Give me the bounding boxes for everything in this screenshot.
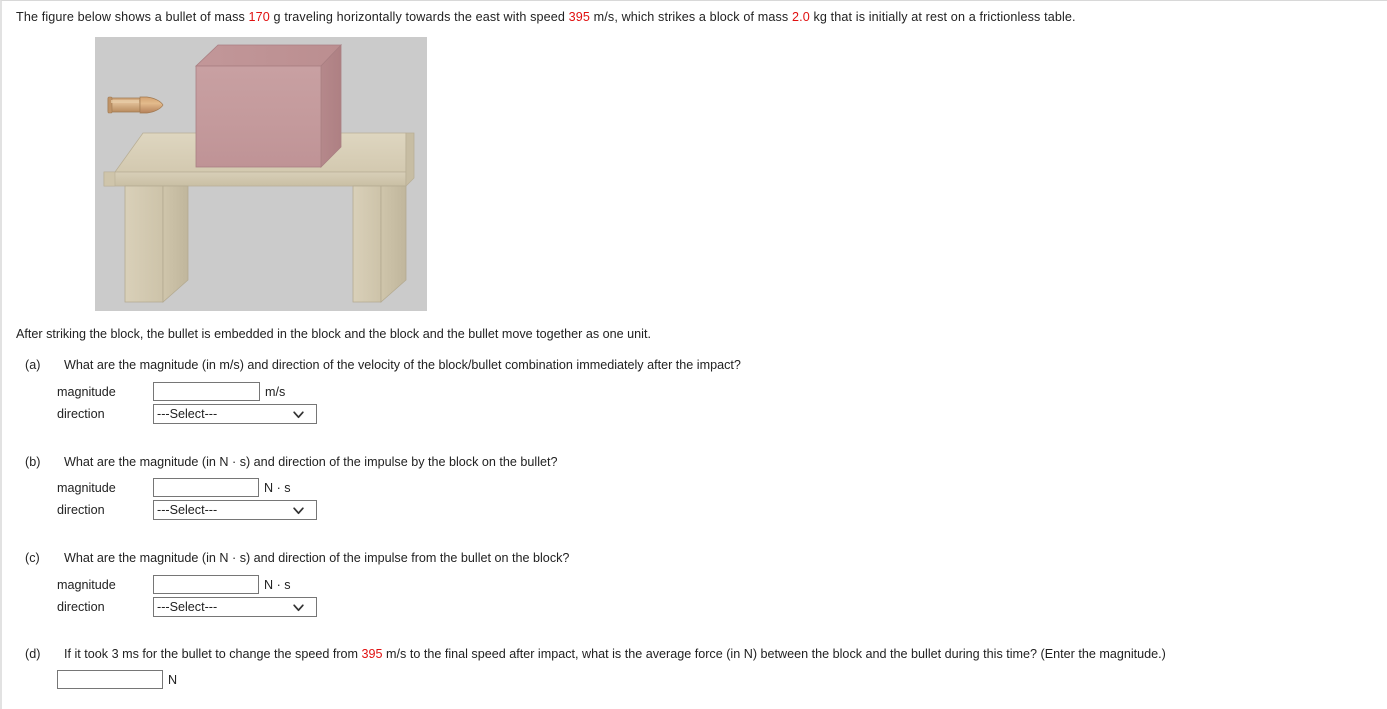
part-c-magnitude-row: magnitude N · s xyxy=(57,575,291,594)
part-d-force-input[interactable] xyxy=(57,670,163,689)
part-a-direction-label: direction xyxy=(57,407,105,421)
part-a-magnitude-unit: m/s xyxy=(265,384,286,399)
part-b-magnitude-input[interactable] xyxy=(153,478,259,497)
part-d-question: If it took 3 ms for the bullet to change… xyxy=(64,646,1166,662)
part-c-magnitude-label: magnitude xyxy=(57,577,116,592)
part-d-answer-row: N xyxy=(57,670,177,689)
part-b-magnitude-row: magnitude N · s xyxy=(57,478,291,497)
chevron-down-icon xyxy=(293,603,304,611)
part-b-direction-row: direction ---Select--- xyxy=(57,500,317,520)
intro-segment-1: The figure below shows a bullet of mass xyxy=(16,10,249,24)
block-front-face xyxy=(195,65,322,168)
part-c-direction-selected-value: ---Select--- xyxy=(157,600,218,614)
physics-figure xyxy=(95,37,427,311)
part-c-magnitude-input[interactable] xyxy=(153,575,259,594)
part-b-direction-selected-value: ---Select--- xyxy=(157,503,218,517)
part-d-unit: N xyxy=(168,672,178,687)
intro-segment-4: kg that is initially at rest on a fricti… xyxy=(809,10,1076,24)
part-b-direction-label: direction xyxy=(57,503,105,517)
part-d-label: (d) xyxy=(25,647,41,661)
block-top-face xyxy=(195,44,342,67)
bullet-mass-value: 170 xyxy=(248,10,270,24)
table-leg-right-front xyxy=(352,185,382,303)
part-a-magnitude-row: magnitude m/s xyxy=(57,382,285,401)
part-a-label: (a) xyxy=(25,358,41,372)
part-d-question-segment-1: If it took 3 ms for the bullet to change… xyxy=(64,647,362,661)
problem-statement: The figure below shows a bullet of mass … xyxy=(16,9,1076,25)
part-b-direction-select[interactable]: ---Select--- xyxy=(153,500,317,520)
part-a-direction-selected-value: ---Select--- xyxy=(157,407,218,421)
intro-segment-2: g traveling horizontally towards the eas… xyxy=(269,10,569,24)
part-d-question-segment-2: m/s to the final speed after impact, wha… xyxy=(382,647,1166,661)
table-left-edge xyxy=(103,171,116,187)
bullet-highlight xyxy=(111,100,139,103)
bullet-rim xyxy=(107,96,113,114)
part-c-direction-label: direction xyxy=(57,600,105,614)
intro-segment-3: m/s, which strikes a block of mass xyxy=(590,10,792,24)
part-a-magnitude-label: magnitude xyxy=(57,384,116,399)
figure-illustration xyxy=(95,37,427,311)
part-c-label: (c) xyxy=(25,551,40,565)
table-front-edge xyxy=(103,171,407,187)
part-a-question: What are the magnitude (in m/s) and dire… xyxy=(64,358,741,372)
part-a-magnitude-input[interactable] xyxy=(153,382,260,401)
question-page: The figure below shows a bullet of mass … xyxy=(0,0,1387,709)
block xyxy=(195,44,342,168)
after-impact-text: After striking the block, the bullet is … xyxy=(16,327,651,341)
block-mass-value: 2.0 xyxy=(791,10,810,24)
part-b-magnitude-label: magnitude xyxy=(57,480,116,495)
part-c-question: What are the magnitude (in N · s) and di… xyxy=(64,551,570,565)
part-d-speed-value: 395 xyxy=(361,647,383,661)
part-a-direction-select[interactable]: ---Select--- xyxy=(153,404,317,424)
chevron-down-icon xyxy=(293,506,304,514)
part-c-magnitude-unit: N · s xyxy=(264,577,291,592)
table-leg-left-front xyxy=(124,185,164,303)
block-side-face xyxy=(320,44,342,168)
table-right-edge xyxy=(405,132,415,187)
bullet-speed-value: 395 xyxy=(568,10,591,24)
part-b-question: What are the magnitude (in N · s) and di… xyxy=(64,455,558,469)
bullet xyxy=(107,96,164,114)
chevron-down-icon xyxy=(293,410,304,418)
part-c-direction-select[interactable]: ---Select--- xyxy=(153,597,317,617)
part-a-direction-row: direction ---Select--- xyxy=(57,404,317,424)
part-b-magnitude-unit: N · s xyxy=(264,480,291,495)
part-c-direction-row: direction ---Select--- xyxy=(57,597,317,617)
part-b-label: (b) xyxy=(25,455,41,469)
